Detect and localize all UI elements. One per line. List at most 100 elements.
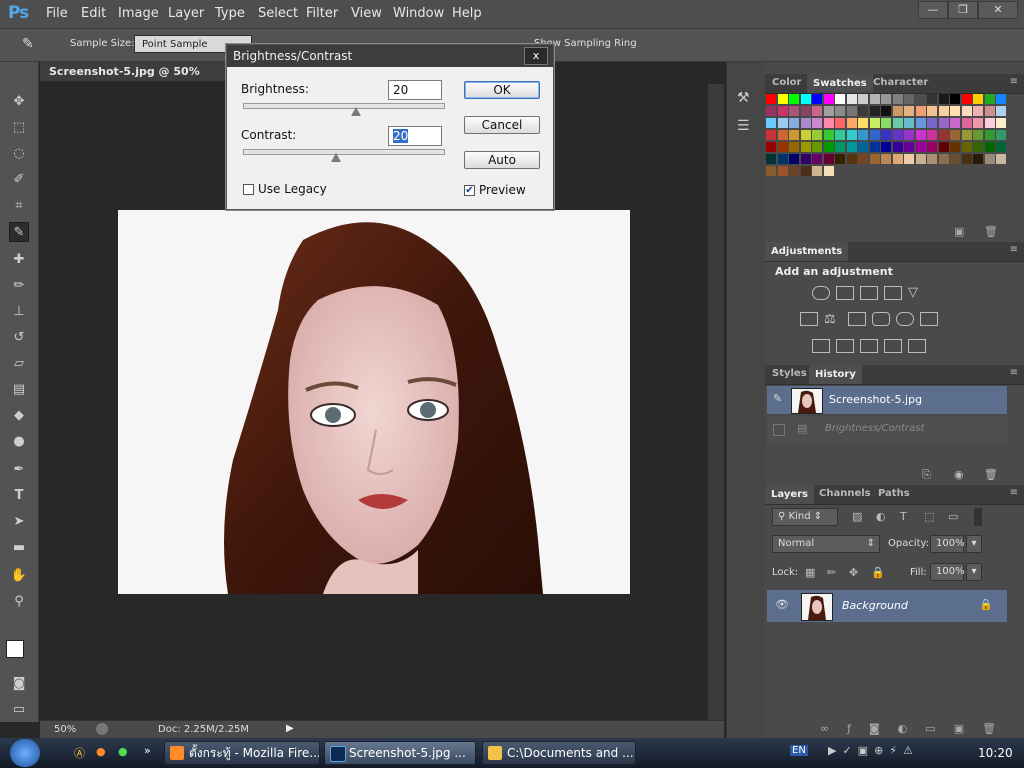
swatch[interactable]: [950, 142, 960, 152]
history-step-checkbox[interactable]: [773, 424, 785, 436]
swatch[interactable]: [984, 154, 995, 164]
path-select-tool-icon[interactable]: ➤: [9, 512, 29, 532]
swatch[interactable]: [984, 94, 995, 104]
swatch[interactable]: [858, 142, 868, 152]
layers-footer-icons[interactable]: ∞ƒ◙◐▭▣🗑: [820, 722, 1014, 735]
eyedropper-tool-icon[interactable]: ✎: [9, 222, 29, 242]
swatch[interactable]: [823, 118, 834, 128]
swatch[interactable]: [766, 118, 776, 128]
eraser-tool-icon[interactable]: ▱: [9, 354, 29, 374]
stamp-tool-icon[interactable]: ⊥: [9, 302, 29, 322]
preview-checkbox[interactable]: ✔: [464, 185, 475, 196]
swatch[interactable]: [789, 130, 799, 140]
swatch[interactable]: [800, 118, 811, 128]
swatch[interactable]: [973, 94, 983, 104]
brightness-adjustment-icon[interactable]: [812, 286, 830, 300]
brush-tool-icon[interactable]: ✏: [9, 276, 29, 296]
swatch[interactable]: [996, 118, 1006, 128]
swatch[interactable]: [892, 130, 903, 140]
history-brush-tool-icon[interactable]: ↺: [9, 328, 29, 348]
quick-select-tool-icon[interactable]: ✐: [9, 170, 29, 190]
swatch[interactable]: [938, 130, 949, 140]
swatch[interactable]: [823, 166, 834, 176]
swatch[interactable]: [789, 94, 799, 104]
ok-button[interactable]: OK: [464, 81, 540, 99]
swatch[interactable]: [846, 130, 857, 140]
delete-state-icon[interactable]: 🗑: [984, 468, 998, 481]
swatch[interactable]: [881, 142, 891, 152]
layer-name[interactable]: Background: [842, 599, 908, 612]
screen-mode-icon[interactable]: ▭: [9, 700, 29, 720]
swatch[interactable]: [869, 118, 880, 128]
contrast-slider-thumb[interactable]: [331, 153, 342, 162]
swatch[interactable]: [777, 106, 788, 116]
tab-color[interactable]: Color: [772, 77, 801, 88]
crop-tool-icon[interactable]: ⌗: [9, 196, 29, 216]
swatch[interactable]: [950, 154, 960, 164]
tab-swatches[interactable]: Swatches: [807, 74, 873, 93]
swatch[interactable]: [800, 166, 811, 176]
swatch[interactable]: [858, 130, 868, 140]
smart-object-filter-icon[interactable]: ▭: [948, 510, 958, 523]
swatch[interactable]: [984, 130, 995, 140]
swatch[interactable]: [812, 142, 822, 152]
shape-filter-icon[interactable]: ⬚: [924, 510, 934, 523]
swatch[interactable]: [892, 106, 903, 116]
swatch[interactable]: [823, 130, 834, 140]
swatch[interactable]: [800, 106, 811, 116]
swatch[interactable]: [869, 106, 880, 116]
swatch[interactable]: [823, 142, 834, 152]
opacity-input[interactable]: 100%: [930, 535, 965, 553]
swatch[interactable]: [835, 118, 845, 128]
swatch[interactable]: [973, 106, 983, 116]
swatch[interactable]: [927, 130, 937, 140]
swatch[interactable]: [915, 154, 926, 164]
brightness-slider-track[interactable]: [243, 103, 445, 109]
document-tab[interactable]: Screenshot-5.jpg @ 50% (RGB/8): [40, 62, 240, 98]
type-filter-icon[interactable]: T: [900, 510, 907, 523]
swatch[interactable]: [996, 106, 1006, 116]
swatch[interactable]: [938, 118, 949, 128]
swatch[interactable]: [766, 106, 776, 116]
swatch[interactable]: [777, 94, 788, 104]
zoom-tool-icon[interactable]: ⚲: [9, 592, 29, 612]
swatch[interactable]: [973, 142, 983, 152]
swatch[interactable]: [869, 142, 880, 152]
hue-saturation-icon[interactable]: [800, 312, 818, 326]
swatch[interactable]: [766, 142, 776, 152]
filter-toggle[interactable]: [974, 508, 982, 526]
shape-tool-icon[interactable]: ▬: [9, 538, 29, 558]
menu-image[interactable]: Image: [118, 6, 159, 21]
swatch[interactable]: [927, 118, 937, 128]
swatch[interactable]: [869, 94, 880, 104]
swatch[interactable]: [915, 142, 926, 152]
swatch[interactable]: [858, 118, 868, 128]
menu-type[interactable]: Type: [215, 6, 245, 21]
tab-styles[interactable]: Styles: [772, 368, 807, 379]
swatch[interactable]: [800, 130, 811, 140]
tab-history[interactable]: History: [809, 365, 862, 384]
healing-brush-tool-icon[interactable]: ✚: [9, 250, 29, 270]
swatch[interactable]: [904, 94, 914, 104]
swatch[interactable]: [777, 118, 788, 128]
lock-all-icon[interactable]: 🔒: [871, 566, 885, 579]
swatch[interactable]: [766, 154, 776, 164]
menu-select[interactable]: Select: [258, 6, 298, 21]
tab-paths[interactable]: Paths: [878, 488, 910, 499]
swatch[interactable]: [961, 94, 972, 104]
dialog-close-button[interactable]: x: [524, 47, 548, 65]
swatch[interactable]: [892, 142, 903, 152]
menu-file[interactable]: File: [46, 6, 68, 21]
swatch[interactable]: [777, 154, 788, 164]
photo-filter-icon[interactable]: [872, 312, 890, 326]
swatch[interactable]: [904, 118, 914, 128]
auto-button[interactable]: Auto: [464, 151, 540, 169]
swatch[interactable]: [892, 154, 903, 164]
swatch[interactable]: [973, 118, 983, 128]
exposure-adjustment-icon[interactable]: [884, 286, 902, 300]
tab-channels[interactable]: Channels: [819, 488, 871, 499]
swatch[interactable]: [996, 154, 1006, 164]
brightness-slider-thumb[interactable]: [351, 107, 362, 116]
swatch[interactable]: [812, 130, 822, 140]
swatch[interactable]: [858, 106, 868, 116]
